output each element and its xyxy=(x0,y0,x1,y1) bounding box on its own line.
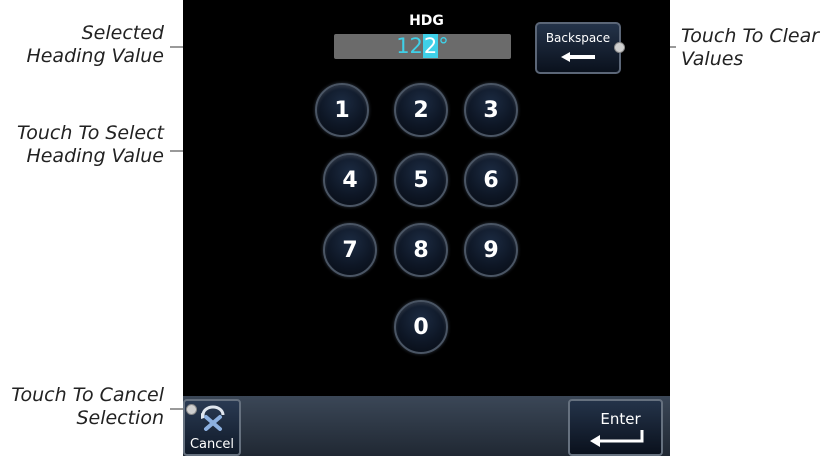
key-label: 4 xyxy=(342,167,358,193)
callout-line-1: Touch To Select xyxy=(17,122,164,144)
key-label: 6 xyxy=(483,167,499,193)
key-label: 9 xyxy=(483,237,499,263)
key-0[interactable]: 0 xyxy=(394,300,448,354)
leader-dot xyxy=(614,42,625,53)
enter-return-icon xyxy=(590,430,644,447)
key-6[interactable]: 6 xyxy=(464,153,518,207)
callout-line-2: Selection xyxy=(76,407,164,429)
callout-cancel-selection: Touch To Cancel Selection xyxy=(11,384,164,430)
heading-value-text: 122° xyxy=(334,34,511,58)
key-1[interactable]: 1 xyxy=(315,83,369,137)
callout-line-1: Touch To Clear xyxy=(681,25,820,47)
key-8[interactable]: 8 xyxy=(394,223,448,277)
key-5[interactable]: 5 xyxy=(394,153,448,207)
key-9[interactable]: 9 xyxy=(464,223,518,277)
callout-line-1: Selected xyxy=(81,22,164,44)
x-cancel-icon xyxy=(201,405,225,431)
degree-symbol: ° xyxy=(438,34,449,58)
callout-selected-heading-value: Selected Heading Value xyxy=(26,22,164,68)
value-digits: 12 xyxy=(396,34,423,58)
cancel-label: Cancel xyxy=(189,437,235,452)
key-label: 3 xyxy=(483,97,499,123)
key-label: 8 xyxy=(413,237,429,263)
key-2[interactable]: 2 xyxy=(394,83,448,137)
backspace-label: Backspace xyxy=(545,31,611,45)
key-7[interactable]: 7 xyxy=(323,223,377,277)
enter-label: Enter xyxy=(600,410,641,428)
key-label: 1 xyxy=(334,97,350,123)
callout-line-1: Touch To Cancel xyxy=(11,384,164,406)
left-arrow-icon xyxy=(561,52,595,62)
leader-dot xyxy=(186,404,197,415)
heading-value-field: 122° xyxy=(334,34,511,59)
callout-line-2: Heading Value xyxy=(26,145,164,167)
callout-clear-values: Touch To Clear Values xyxy=(681,25,819,71)
key-4[interactable]: 4 xyxy=(323,153,377,207)
callout-select-heading-value: Touch To Select Heading Value xyxy=(17,122,164,168)
key-label: 0 xyxy=(413,314,429,340)
key-label: 7 xyxy=(342,237,358,263)
enter-button[interactable]: Enter xyxy=(568,399,663,456)
backspace-button[interactable]: Backspace xyxy=(535,22,621,74)
device-screen: HDG 122° Backspace 1 2 3 4 5 6 7 8 9 0 C… xyxy=(183,0,670,456)
value-cursor-digit: 2 xyxy=(422,34,439,58)
key-3[interactable]: 3 xyxy=(464,83,518,137)
key-label: 2 xyxy=(413,97,429,123)
callout-line-2: Heading Value xyxy=(26,45,164,67)
key-label: 5 xyxy=(413,167,429,193)
callout-line-2: Values xyxy=(681,48,744,70)
